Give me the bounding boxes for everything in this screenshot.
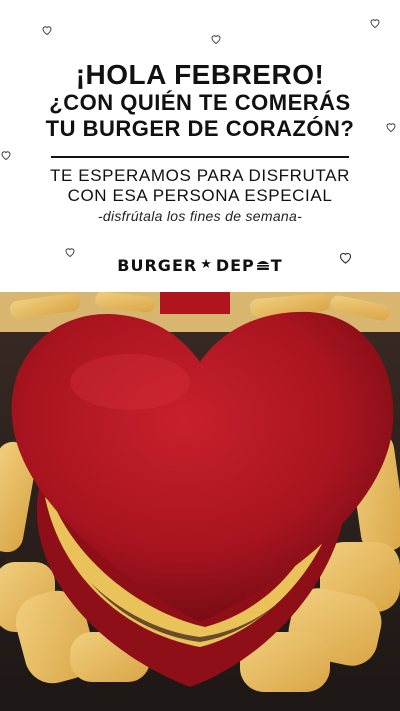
heart-burger-photo xyxy=(0,292,400,711)
heart-outline-icon xyxy=(211,35,221,45)
heart-outline-icon xyxy=(370,19,380,29)
subheadline-line-1: TE ESPERAMOS PARA DISFRUTAR xyxy=(50,166,350,185)
tagline: -disfrútala los fines de semana- xyxy=(97,208,303,224)
brand-logo: BURGER ★ DEP T xyxy=(0,256,400,275)
star-icon: ★ xyxy=(200,257,213,272)
promo-poster: ¡HOLA FEBRERO! ¿CON QUIÉN TE COMERÁS TU … xyxy=(0,0,400,711)
brand-logo-text-3: T xyxy=(270,256,283,275)
heart-outline-icon xyxy=(1,151,11,161)
headline-line-2: ¿CON QUIÉN TE COMERÁS xyxy=(49,90,351,115)
header-panel: ¡HOLA FEBRERO! ¿CON QUIÉN TE COMERÁS TU … xyxy=(0,0,400,292)
headline-line-3: TU BURGER DE CORAZÓN? xyxy=(45,116,355,141)
subheadline: TE ESPERAMOS PARA DISFRUTAR CON ESA PERS… xyxy=(0,166,400,206)
bun-highlight xyxy=(70,354,190,410)
heart-outline-icon xyxy=(42,26,52,36)
headline-line-1: ¡HOLA FEBRERO! xyxy=(75,59,325,90)
subheadline-line-2: CON ESA PERSONA ESPECIAL xyxy=(67,186,333,205)
headline: ¡HOLA FEBRERO! ¿CON QUIÉN TE COMERÁS TU … xyxy=(0,60,400,142)
brand-logo-text-2: DEP xyxy=(215,256,255,275)
brand-logo-text-1: BURGER xyxy=(117,256,198,275)
burger-icon xyxy=(256,260,269,270)
divider xyxy=(51,156,349,158)
